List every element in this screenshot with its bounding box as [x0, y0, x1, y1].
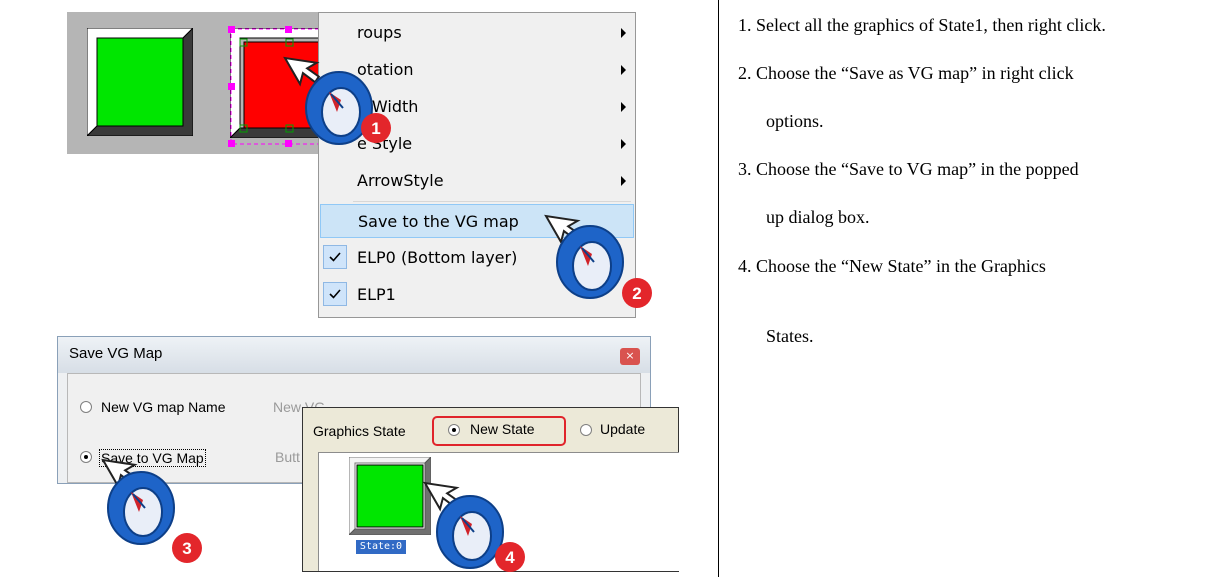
instruction-step-4: 4. Choose the “New State” in the Graphic…	[738, 256, 1046, 276]
callout-number: 1	[371, 119, 380, 138]
callout-badge-3: 3	[172, 533, 202, 563]
instruction-step-4-cont: States.	[766, 326, 814, 346]
callout-badge-1: 1	[361, 113, 391, 143]
instruction-step-1: 1. Select all the graphics of State1, th…	[738, 15, 1106, 35]
callout-number: 3	[182, 539, 191, 558]
mouse-icon	[107, 471, 175, 545]
callout-number: 4	[505, 548, 515, 567]
callout-badge-4: 4	[495, 542, 525, 572]
instruction-step-3: 3. Choose the “Save to VG map” in the po…	[738, 159, 1079, 179]
callout-number: 2	[632, 284, 641, 303]
mouse-icon	[436, 495, 504, 569]
instruction-step-2: 2. Choose the “Save as VG map” in right …	[738, 63, 1074, 83]
mouse-icon	[556, 225, 624, 299]
instruction-step-3-cont: up dialog box.	[766, 207, 870, 227]
column-divider	[718, 0, 719, 577]
instruction-step-2-cont: options.	[766, 111, 824, 131]
callout-badge-2: 2	[622, 278, 652, 308]
annotation-overlay: 1 2 3 4	[102, 44, 652, 572]
